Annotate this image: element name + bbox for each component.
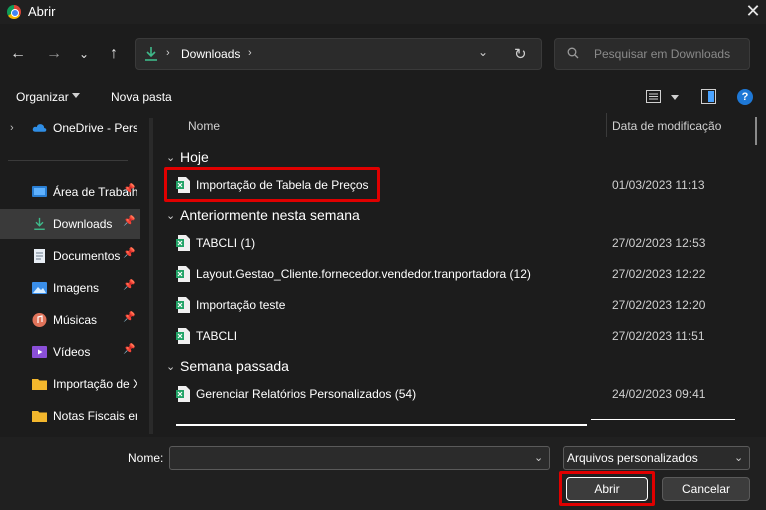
- file-row[interactable]: Layout.Gestao_Cliente.fornecedor.vendedo…: [160, 259, 750, 289]
- file-row[interactable]: Importação teste 27/02/2023 12:20: [160, 290, 750, 320]
- group-header-last-week[interactable]: Semana passada: [180, 358, 289, 374]
- cancel-button[interactable]: Cancelar: [662, 477, 750, 501]
- file-name-history-chevron-down-icon[interactable]: ⌄: [534, 451, 543, 464]
- file-date: 27/02/2023 12:20: [612, 298, 706, 312]
- title-bar: [0, 0, 766, 24]
- back-icon[interactable]: ←: [8, 44, 28, 64]
- group-header-earlier-this-week[interactable]: Anteriormente nesta semana: [180, 207, 360, 223]
- excel-file-icon: [176, 328, 190, 344]
- video-icon: [32, 346, 47, 358]
- pin-icon[interactable]: 📌: [123, 344, 135, 355]
- new-folder-button[interactable]: Nova pasta: [111, 90, 172, 104]
- window-title: Abrir: [28, 4, 56, 19]
- pin-icon[interactable]: 📌: [123, 248, 135, 259]
- group-collapse-chevron-icon[interactable]: ⌄: [166, 360, 175, 373]
- excel-file-icon: [176, 297, 190, 313]
- folder-icon: [32, 379, 47, 390]
- file-row[interactable]: TABCLI 27/02/2023 11:51: [160, 321, 750, 351]
- breadcrumb-chevron-icon[interactable]: ›: [166, 47, 170, 59]
- file-date: 01/03/2023 11:13: [612, 178, 705, 192]
- partial-row-divider: [176, 424, 587, 426]
- preview-pane-icon[interactable]: [701, 89, 716, 104]
- folder-icon: [32, 411, 47, 422]
- sidebar-item-music[interactable]: Músicas 📌: [0, 305, 140, 335]
- breadcrumb-chevron-icon[interactable]: ›: [248, 47, 252, 59]
- sidebar-divider: [8, 160, 128, 161]
- file-date: 24/02/2023 09:41: [612, 387, 706, 401]
- file-name: Importação de Tabela de Preços: [196, 178, 369, 192]
- pin-icon[interactable]: 📌: [123, 312, 135, 323]
- file-row[interactable]: Importação de Tabela de Preços 01/03/202…: [160, 170, 750, 200]
- forward-icon[interactable]: →: [44, 44, 64, 64]
- excel-file-icon: [176, 177, 190, 193]
- excel-file-icon: [176, 235, 190, 251]
- download-icon: [145, 47, 157, 61]
- group-header-today[interactable]: Hoje: [180, 149, 209, 165]
- column-header-date[interactable]: Data de modificação: [612, 119, 721, 133]
- file-row[interactable]: Gerenciar Relatórios Personalizados (54)…: [160, 379, 750, 409]
- group-collapse-chevron-icon[interactable]: ⌄: [166, 151, 175, 164]
- file-name: Layout.Gestao_Cliente.fornecedor.vendedo…: [196, 267, 531, 281]
- recent-locations-chevron-down-icon[interactable]: ⌄: [74, 44, 94, 64]
- search-icon: [567, 47, 579, 59]
- excel-file-icon: [176, 386, 190, 402]
- excel-file-icon: [176, 266, 190, 282]
- cloud-icon: [32, 124, 47, 132]
- group-collapse-chevron-icon[interactable]: ⌄: [166, 209, 175, 222]
- column-separator[interactable]: [606, 113, 607, 137]
- file-date: 27/02/2023 11:51: [612, 329, 705, 343]
- sidebar-item-label: Importação de Xml: [53, 377, 137, 391]
- chrome-app-icon: [7, 5, 21, 19]
- pin-icon[interactable]: 📌: [123, 184, 135, 195]
- refresh-icon[interactable]: ↻: [514, 45, 527, 63]
- image-icon: [32, 282, 47, 294]
- file-name: TABCLI: [196, 329, 238, 343]
- column-header-name[interactable]: Nome: [188, 119, 220, 133]
- desktop-icon: [32, 186, 47, 197]
- organize-button[interactable]: Organizar: [16, 90, 69, 104]
- music-icon: [32, 313, 47, 327]
- sidebar-item-desktop[interactable]: Área de Trabalho 📌: [0, 177, 140, 207]
- file-list-scrollbar[interactable]: [752, 113, 760, 437]
- sidebar-item-label: OneDrive - Perso: [53, 121, 137, 135]
- file-name: Importação teste: [196, 298, 286, 312]
- up-arrow-icon[interactable]: ↑: [104, 44, 124, 64]
- file-row[interactable]: TABCLI (1) 27/02/2023 12:53: [160, 228, 750, 258]
- sidebar-item-images[interactable]: Imagens 📌: [0, 273, 140, 303]
- help-icon[interactable]: ?: [737, 89, 753, 105]
- sidebar-item-documents[interactable]: Documentos 📌: [0, 241, 140, 271]
- download-icon: [34, 217, 45, 230]
- open-button[interactable]: Abrir: [566, 477, 648, 501]
- pin-icon[interactable]: 📌: [123, 216, 135, 227]
- sidebar-item-xml-import-folder[interactable]: Importação de Xml: [0, 369, 140, 399]
- file-name-input[interactable]: [169, 446, 550, 470]
- file-type-selected-value: Arquivos personalizados: [567, 451, 698, 465]
- file-type-chevron-down-icon[interactable]: ⌄: [734, 451, 743, 464]
- sidebar-scrollbar[interactable]: [149, 118, 153, 434]
- sidebar-item-onedrive[interactable]: OneDrive - Perso: [0, 113, 140, 143]
- file-date: 27/02/2023 12:53: [612, 236, 706, 250]
- caret-down-icon[interactable]: [72, 93, 80, 98]
- breadcrumb-downloads[interactable]: Downloads: [181, 47, 240, 61]
- caret-down-icon[interactable]: [671, 95, 679, 100]
- address-history-chevron-down-icon[interactable]: ⌄: [478, 45, 488, 59]
- sidebar-item-downloads[interactable]: Downloads 📌: [0, 209, 140, 239]
- close-icon[interactable]: ✕: [743, 1, 763, 21]
- file-name: Gerenciar Relatórios Personalizados (54): [196, 387, 417, 401]
- document-icon: [34, 249, 45, 263]
- search-input[interactable]: [594, 47, 744, 61]
- file-date: 27/02/2023 12:22: [612, 267, 706, 281]
- file-name-label: Nome:: [128, 451, 164, 465]
- pin-icon[interactable]: 📌: [123, 280, 135, 291]
- sidebar-item-invoices-folder[interactable]: Notas Fiscais em: [0, 401, 140, 431]
- sidebar-item-label: Notas Fiscais em: [53, 409, 137, 423]
- view-options-icon[interactable]: [646, 90, 661, 103]
- sidebar-item-videos[interactable]: Vídeos 📌: [0, 337, 140, 367]
- partial-row-divider: [591, 419, 735, 420]
- file-name: TABCLI (1): [196, 236, 256, 250]
